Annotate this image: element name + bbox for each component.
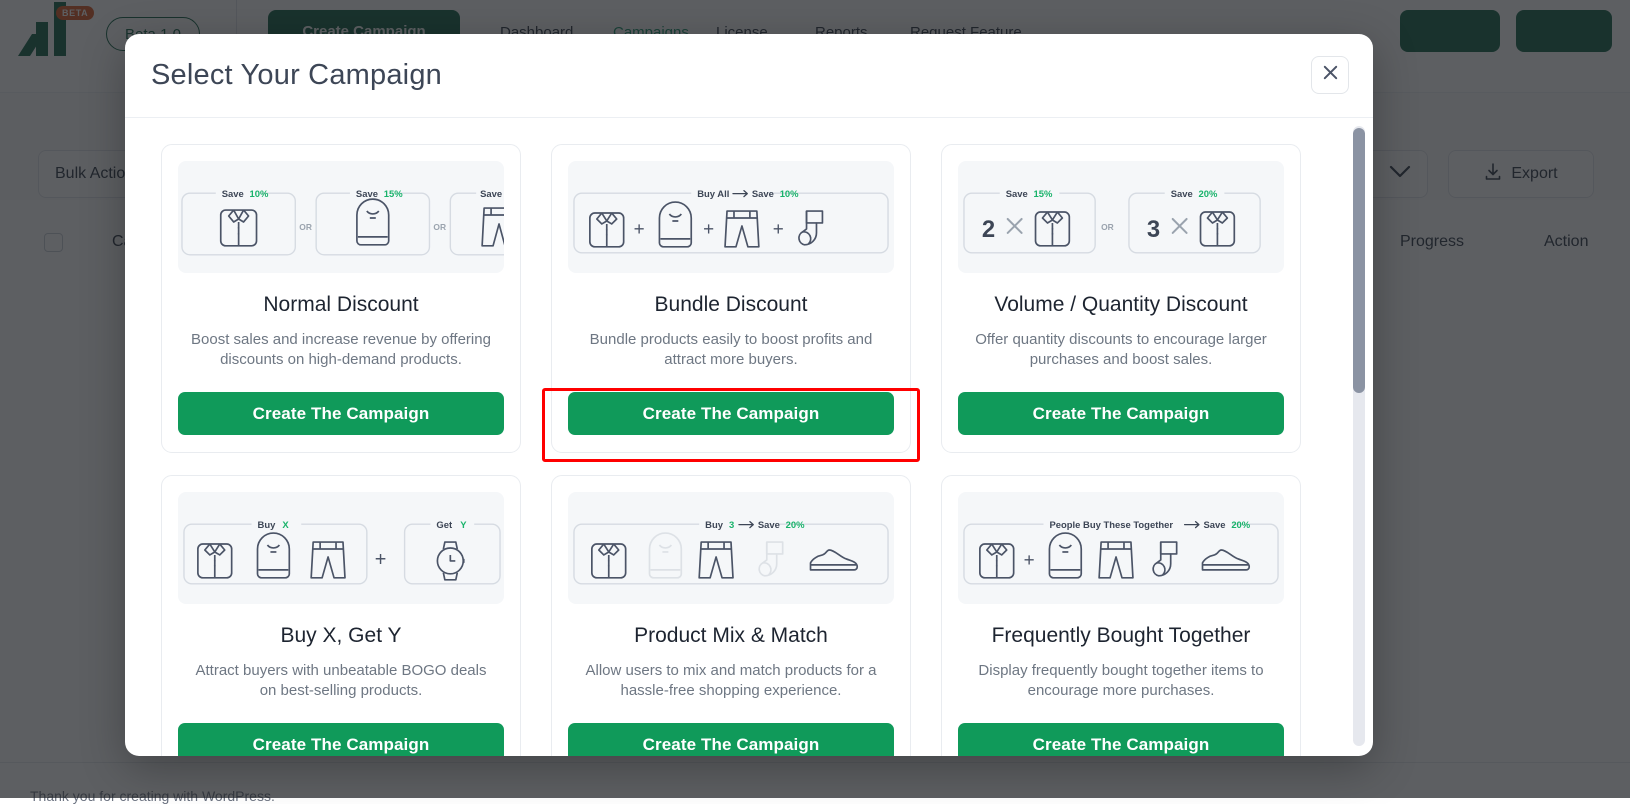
svg-text:3: 3 bbox=[729, 520, 734, 531]
svg-text:10%: 10% bbox=[780, 189, 799, 200]
svg-text:15%: 15% bbox=[384, 189, 403, 200]
create-campaign-button-buy-x-get-y[interactable]: Create The Campaign bbox=[178, 723, 504, 756]
card-description: Attract buyers with unbeatable BOGO deal… bbox=[178, 661, 504, 703]
illustration-product-mix-match: Buy 3 Save 20% bbox=[568, 492, 894, 604]
campaign-card-bundle-discount[interactable]: Buy All Save 10% + bbox=[551, 144, 911, 453]
illustration-bundle-discount: Buy All Save 10% + bbox=[568, 161, 894, 273]
svg-text:Save: Save bbox=[1006, 189, 1028, 200]
svg-text:10%: 10% bbox=[250, 189, 269, 200]
card-description: Display frequently bought together items… bbox=[958, 661, 1284, 703]
create-campaign-button-normal-discount[interactable]: Create The Campaign bbox=[178, 392, 504, 435]
svg-text:People Buy These Together: People Buy These Together bbox=[1049, 520, 1173, 531]
select-campaign-modal: Select Your Campaign Save 10% bbox=[125, 34, 1373, 756]
svg-text:Save: Save bbox=[758, 520, 780, 531]
card-title: Bundle Discount bbox=[568, 293, 894, 317]
create-campaign-button-product-mix-match[interactable]: Create The Campaign bbox=[568, 723, 894, 756]
card-title: Frequently Bought Together bbox=[958, 624, 1284, 648]
illustration-buy-x-get-y: Buy X bbox=[178, 492, 504, 604]
card-description: Allow users to mix and match products fo… bbox=[568, 661, 894, 703]
svg-text:OR: OR bbox=[433, 222, 446, 232]
svg-text:Buy: Buy bbox=[705, 520, 724, 531]
svg-text:20%: 20% bbox=[1231, 520, 1250, 531]
card-title: Volume / Quantity Discount bbox=[958, 293, 1284, 317]
card-title: Normal Discount bbox=[178, 293, 504, 317]
create-campaign-button-bundle-discount[interactable]: Create The Campaign bbox=[568, 392, 894, 435]
modal-header: Select Your Campaign bbox=[125, 34, 1373, 118]
svg-text:3: 3 bbox=[1147, 216, 1160, 243]
svg-text:Y: Y bbox=[460, 520, 467, 531]
svg-text:2: 2 bbox=[982, 216, 995, 243]
card-description: Bundle products easily to boost profits … bbox=[568, 330, 894, 372]
svg-text:OR: OR bbox=[1101, 222, 1114, 232]
create-campaign-button-frequently-bought-together[interactable]: Create The Campaign bbox=[958, 723, 1284, 756]
svg-text:20%: 20% bbox=[1199, 189, 1218, 200]
card-description: Offer quantity discounts to encourage la… bbox=[958, 330, 1284, 372]
illustration-volume-quantity-discount: Save 15% 2 OR bbox=[958, 161, 1284, 273]
close-button[interactable] bbox=[1311, 56, 1349, 94]
svg-text:Buy: Buy bbox=[258, 520, 277, 531]
illustration-frequently-bought-together: People Buy These Together Save 20% + bbox=[958, 492, 1284, 604]
create-campaign-button-volume-quantity-discount[interactable]: Create The Campaign bbox=[958, 392, 1284, 435]
campaign-card-normal-discount[interactable]: Save 10% bbox=[161, 144, 521, 453]
campaign-card-product-mix-match[interactable]: Buy 3 Save 20% bbox=[551, 475, 911, 756]
svg-text:+: + bbox=[703, 219, 714, 240]
modal-scrollbar-thumb[interactable] bbox=[1353, 128, 1365, 393]
svg-text:+: + bbox=[634, 219, 645, 240]
svg-text:Save: Save bbox=[1203, 520, 1225, 531]
svg-text:+: + bbox=[1024, 550, 1035, 571]
svg-text:Save: Save bbox=[222, 189, 244, 200]
svg-text:+: + bbox=[773, 219, 784, 240]
illustration-normal-discount: Save 10% bbox=[178, 161, 504, 273]
svg-text:20%: 20% bbox=[786, 520, 805, 531]
page-title: Select Your Campaign bbox=[151, 59, 442, 92]
campaign-card-volume-quantity-discount[interactable]: Save 15% 2 OR bbox=[941, 144, 1301, 453]
modal-body: Save 10% bbox=[125, 118, 1373, 756]
card-title: Buy X, Get Y bbox=[178, 624, 504, 648]
campaign-card-frequently-bought-together[interactable]: People Buy These Together Save 20% + bbox=[941, 475, 1301, 756]
svg-text:X: X bbox=[282, 520, 289, 531]
svg-text:Save: Save bbox=[1171, 189, 1193, 200]
svg-text:+: + bbox=[375, 549, 387, 571]
campaign-card-grid: Save 10% bbox=[161, 144, 1339, 756]
close-icon bbox=[1321, 63, 1340, 87]
svg-text:Get: Get bbox=[436, 520, 453, 531]
card-title: Product Mix & Match bbox=[568, 624, 894, 648]
card-description: Boost sales and increase revenue by offe… bbox=[178, 330, 504, 372]
svg-text:Save: Save bbox=[480, 189, 502, 200]
svg-text:Buy All: Buy All bbox=[697, 189, 729, 200]
svg-text:Save: Save bbox=[752, 189, 774, 200]
svg-text:OR: OR bbox=[299, 222, 312, 232]
svg-text:15%: 15% bbox=[1034, 189, 1053, 200]
campaign-card-buy-x-get-y[interactable]: Buy X bbox=[161, 475, 521, 756]
